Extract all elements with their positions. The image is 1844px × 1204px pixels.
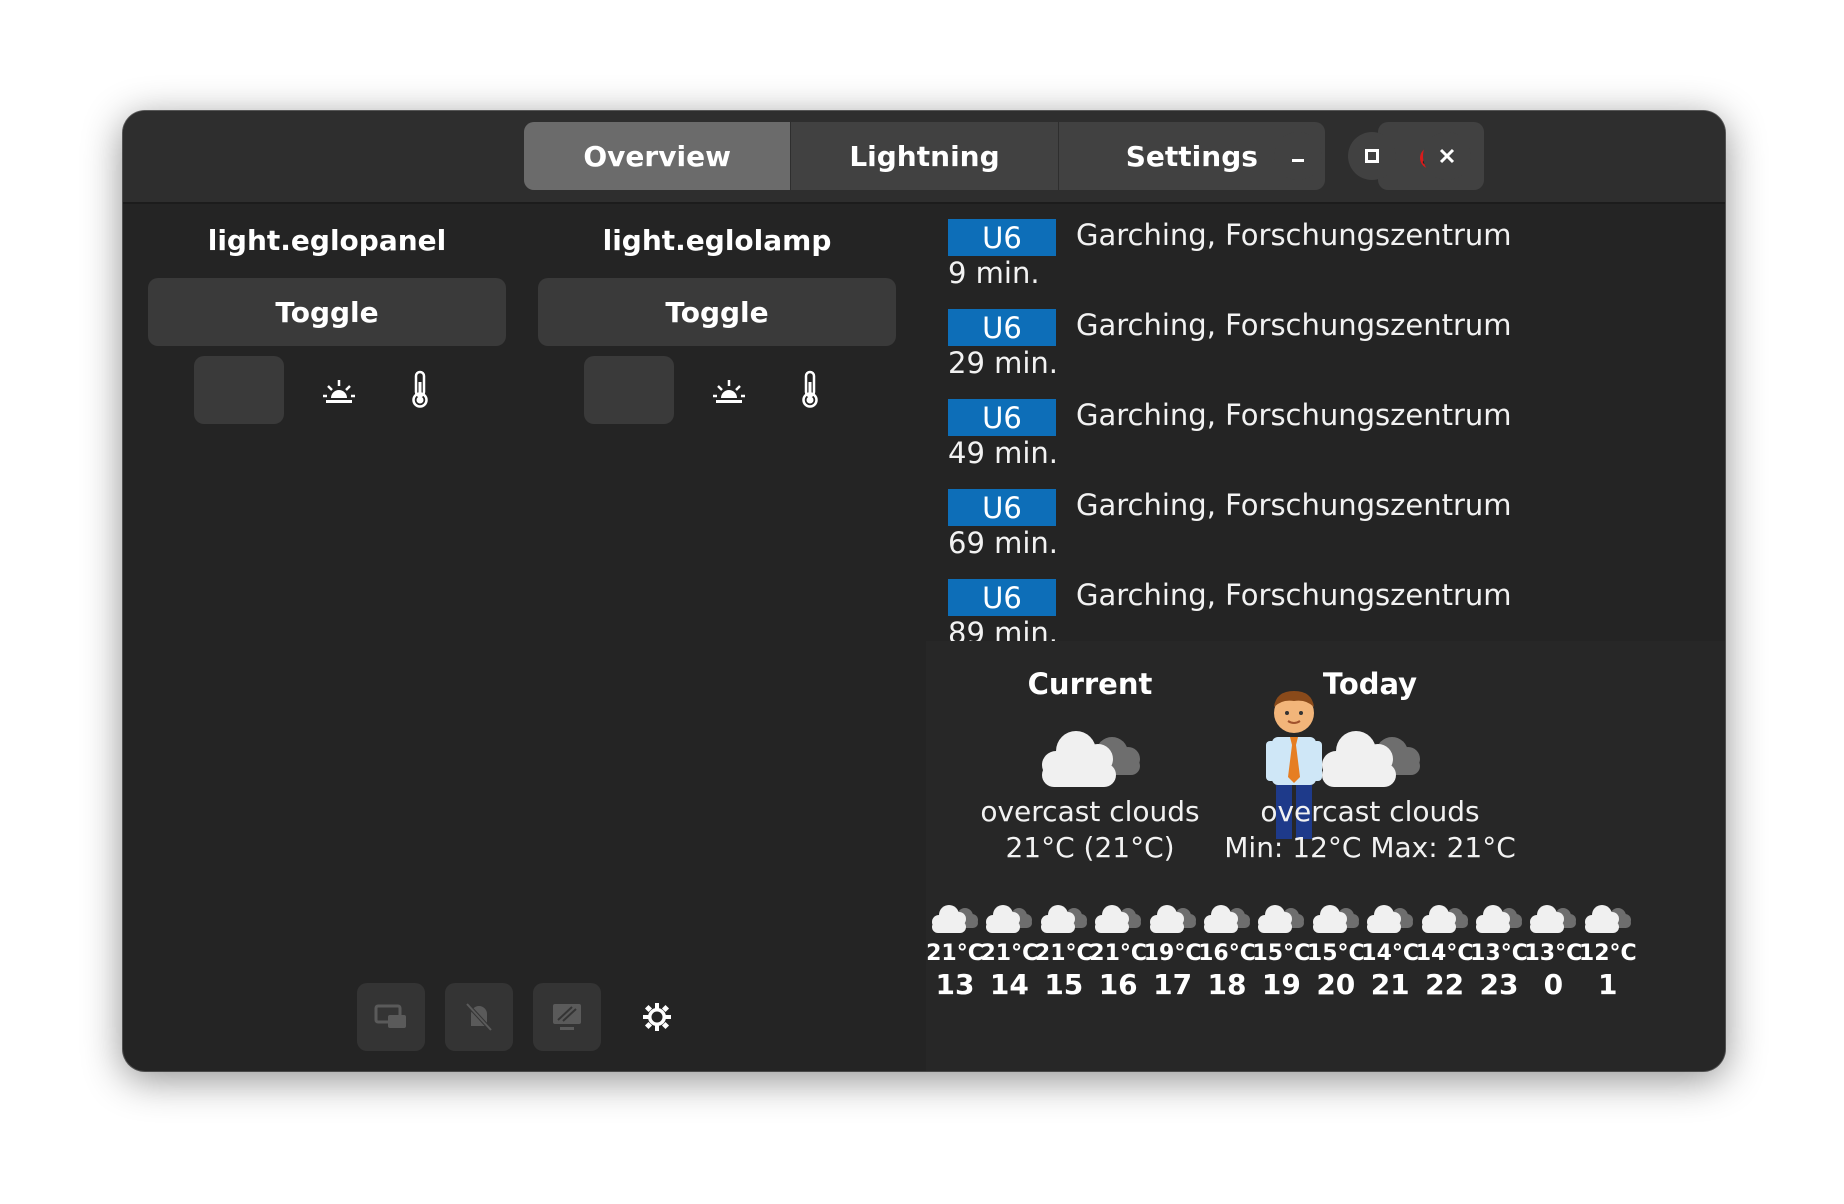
thermometer-icon[interactable] xyxy=(410,370,430,408)
overcast-cloud-icon xyxy=(1040,905,1087,933)
list-item: U6 Garching, Forschungszentrum 69 min. xyxy=(948,476,1648,560)
today-range: Min: 12°C Max: 21°C xyxy=(1224,831,1516,864)
tab-overview[interactable]: Overview xyxy=(524,122,792,190)
overcast-cloud-icon xyxy=(1530,905,1577,933)
overcast-cloud-icon xyxy=(932,905,978,933)
line-badge: U6 xyxy=(948,579,1056,616)
today-heading: Today xyxy=(1322,667,1418,701)
light-name: light.eglolamp xyxy=(602,224,832,257)
list-item: U6 Garching, Forschungszentrum 29 min. xyxy=(948,296,1648,380)
brightness-icon[interactable] xyxy=(712,376,746,404)
overcast-cloud-icon xyxy=(1258,905,1305,933)
light-name: light.eglopanel xyxy=(207,224,447,257)
weather-panel: Current overcast clouds 21°C (21°C) Toda… xyxy=(926,641,1725,1071)
tab-lightning[interactable]: Lightning xyxy=(791,122,1059,190)
overcast-cloud-icon xyxy=(1322,731,1420,787)
hourly-item: 12°C 1 xyxy=(1576,901,1640,1001)
current-heading: Current xyxy=(1027,667,1153,701)
overview-page: light.eglopanel Toggle light.eglolamp To… xyxy=(123,206,1725,1071)
color-picker-button[interactable] xyxy=(194,356,284,424)
maximize-button[interactable] xyxy=(1348,132,1396,180)
departures-list: U6 Garching, Forschungszentrum 9 min. U6… xyxy=(926,206,1725,641)
overcast-cloud-icon xyxy=(1149,905,1196,933)
today-condition: overcast clouds Min: 12°C Max: 21°C xyxy=(1220,794,1520,866)
list-item: U6 Garching, Forschungszentrum 49 min. xyxy=(948,386,1648,470)
overcast-cloud-icon xyxy=(1421,905,1468,933)
thermometer-icon[interactable] xyxy=(800,370,820,408)
display-icon xyxy=(553,1004,581,1030)
hourly-forecast: 21°C 13 21°C 14 21°C 15 21°C 16 19°C 17 16°C 18 15°C… xyxy=(926,901,1725,1021)
maximize-icon xyxy=(1365,149,1379,163)
hourly-temperature: 12°C xyxy=(1578,941,1637,966)
overcast-cloud-icon xyxy=(1042,731,1140,787)
close-button[interactable] xyxy=(1423,132,1471,180)
line-badge: U6 xyxy=(948,309,1056,346)
overcast-cloud-icon xyxy=(1476,905,1522,933)
minimize-button[interactable] xyxy=(1274,132,1322,180)
app-window: Overview Lightning Settings light.eglopa… xyxy=(123,111,1725,1071)
minimize-icon xyxy=(1292,159,1304,162)
destination: Garching, Forschungszentrum xyxy=(1076,398,1512,432)
brightness-icon[interactable] xyxy=(322,376,356,404)
current-condition: overcast clouds 21°C (21°C) xyxy=(940,794,1240,866)
line-badge: U6 xyxy=(948,219,1056,256)
brightness-settings-button[interactable] xyxy=(623,983,691,1051)
screen-share-button[interactable] xyxy=(357,983,425,1051)
departure-time: 49 min. xyxy=(948,436,1059,470)
do-not-disturb-icon xyxy=(465,1002,493,1032)
destination: Garching, Forschungszentrum xyxy=(1076,218,1512,252)
current-temperature: 21°C (21°C) xyxy=(1005,831,1175,864)
line-badge: U6 xyxy=(948,489,1056,526)
toggle-button[interactable]: Toggle xyxy=(148,278,506,346)
list-item: U6 Garching, Forschungszentrum 9 min. xyxy=(948,206,1648,290)
hourly-hour: 1 xyxy=(1598,968,1618,1001)
destination: Garching, Forschungszentrum xyxy=(1076,488,1512,522)
destination: Garching, Forschungszentrum xyxy=(1076,308,1512,342)
destination: Garching, Forschungszentrum xyxy=(1076,578,1512,612)
brightness-gear-icon xyxy=(643,1003,671,1031)
departure-time: 29 min. xyxy=(948,346,1059,380)
toggle-button[interactable]: Toggle xyxy=(538,278,896,346)
current-description: overcast clouds xyxy=(980,795,1200,828)
departure-time: 89 min. xyxy=(948,616,1059,641)
overcast-cloud-icon xyxy=(986,905,1033,933)
screen-share-icon xyxy=(374,1004,406,1028)
line-badge: U6 xyxy=(948,399,1056,436)
list-item: U6 Garching, Forschungszentrum 89 min. xyxy=(948,566,1648,641)
today-description: overcast clouds xyxy=(1260,795,1480,828)
color-picker-button[interactable] xyxy=(584,356,674,424)
do-not-disturb-button[interactable] xyxy=(445,983,513,1051)
header-bar: Overview Lightning Settings xyxy=(123,111,1725,204)
close-icon xyxy=(1439,148,1455,164)
overcast-cloud-icon xyxy=(1584,905,1631,933)
departure-time: 9 min. xyxy=(948,256,1040,290)
overcast-cloud-icon xyxy=(1204,905,1250,933)
overcast-cloud-icon xyxy=(1095,905,1142,933)
overcast-cloud-icon xyxy=(1367,905,1414,933)
display-button[interactable] xyxy=(533,983,601,1051)
view-switcher: Overview Lightning Settings xyxy=(524,122,1325,190)
overcast-cloud-icon xyxy=(1312,905,1359,933)
departure-time: 69 min. xyxy=(948,526,1059,560)
